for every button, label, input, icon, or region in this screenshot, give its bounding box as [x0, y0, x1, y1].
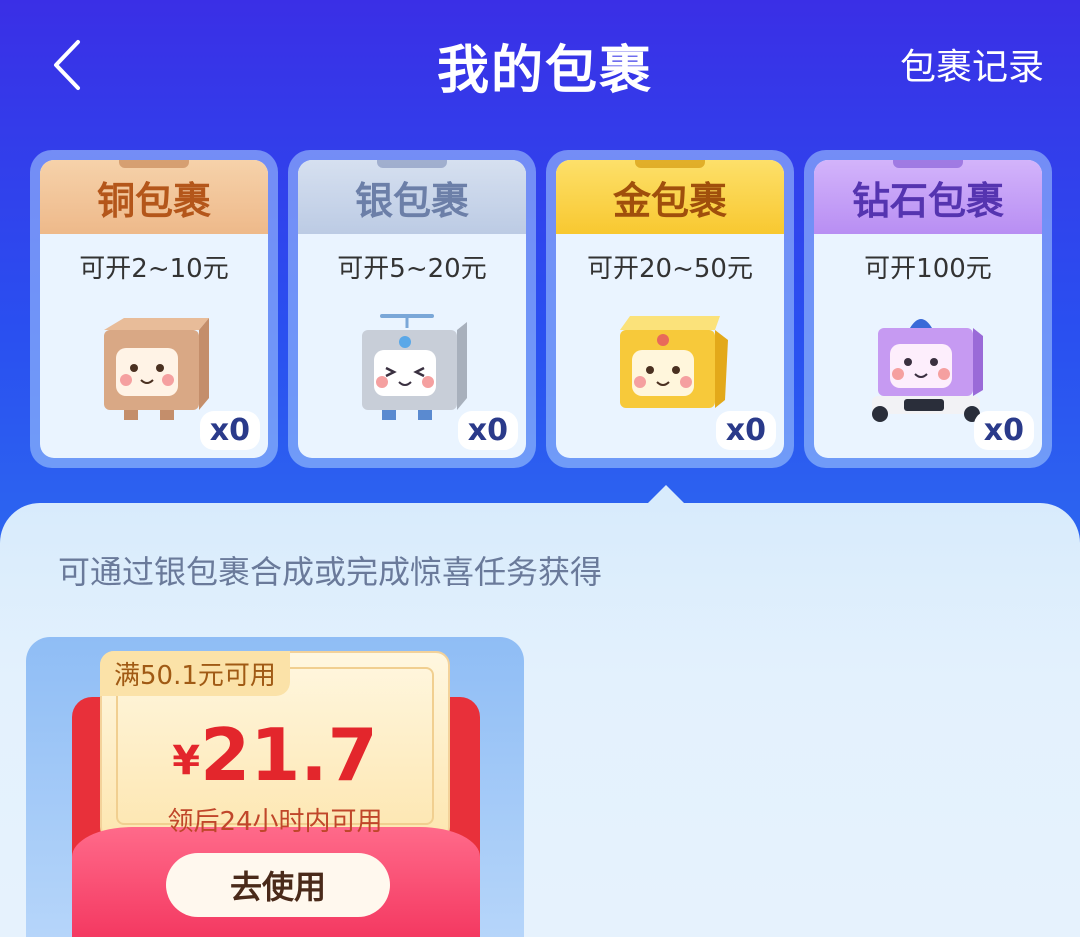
package-count: x0	[199, 411, 260, 450]
package-name: 铜包裹	[40, 160, 268, 234]
copper-box-icon	[104, 318, 209, 420]
package-name: 钻石包裹	[814, 160, 1042, 234]
coupon-threshold-badge: 满50.1元可用	[100, 651, 290, 696]
top-bar: 我的包裹 包裹记录	[0, 0, 1080, 130]
package-range: 可开20~50元	[587, 254, 753, 284]
coupon-card: 满50.1元可用 ¥21.7 领后24小时内可用 去使用	[26, 637, 524, 937]
package-name: 金包裹	[556, 160, 784, 234]
currency-symbol: ¥	[172, 738, 201, 784]
package-count: x0	[715, 411, 776, 450]
silver-box-icon	[362, 314, 467, 420]
package-records-link[interactable]: 包裹记录	[900, 38, 1044, 90]
use-coupon-button[interactable]: 去使用	[166, 853, 390, 917]
hint-text: 可通过银包裹合成或完成惊喜任务获得	[58, 553, 603, 591]
package-card-silver[interactable]: 银包裹 可开5~20元 x0	[288, 150, 536, 468]
coupon-validity: 领后24小时内可用	[167, 807, 383, 837]
package-range: 可开5~20元	[337, 254, 487, 284]
coupon-value: 21.7	[200, 713, 378, 797]
selection-pointer	[648, 485, 684, 503]
package-card-diamond[interactable]: 钻石包裹 可开100元 x0	[804, 150, 1052, 468]
package-range: 可开2~10元	[79, 254, 229, 284]
package-card-copper[interactable]: 铜包裹 可开2~10元 x0	[30, 150, 278, 468]
package-detail-panel: 可通过银包裹合成或完成惊喜任务获得 满50.1元可用 ¥21.7 领后24小时内…	[0, 503, 1080, 937]
package-count: x0	[973, 411, 1034, 450]
diamond-box-icon	[872, 319, 983, 422]
package-range: 可开100元	[864, 254, 992, 284]
package-name: 银包裹	[298, 160, 526, 234]
gold-box-icon	[620, 316, 728, 408]
package-card-gold[interactable]: 金包裹 可开20~50元 x0	[546, 150, 794, 468]
package-count: x0	[457, 411, 518, 450]
coupon-amount: ¥21.7	[100, 713, 450, 797]
package-list: 铜包裹 可开2~10元 x0 银包裹 可开5~20元 x0 金包裹 可开20~5…	[30, 150, 1052, 470]
